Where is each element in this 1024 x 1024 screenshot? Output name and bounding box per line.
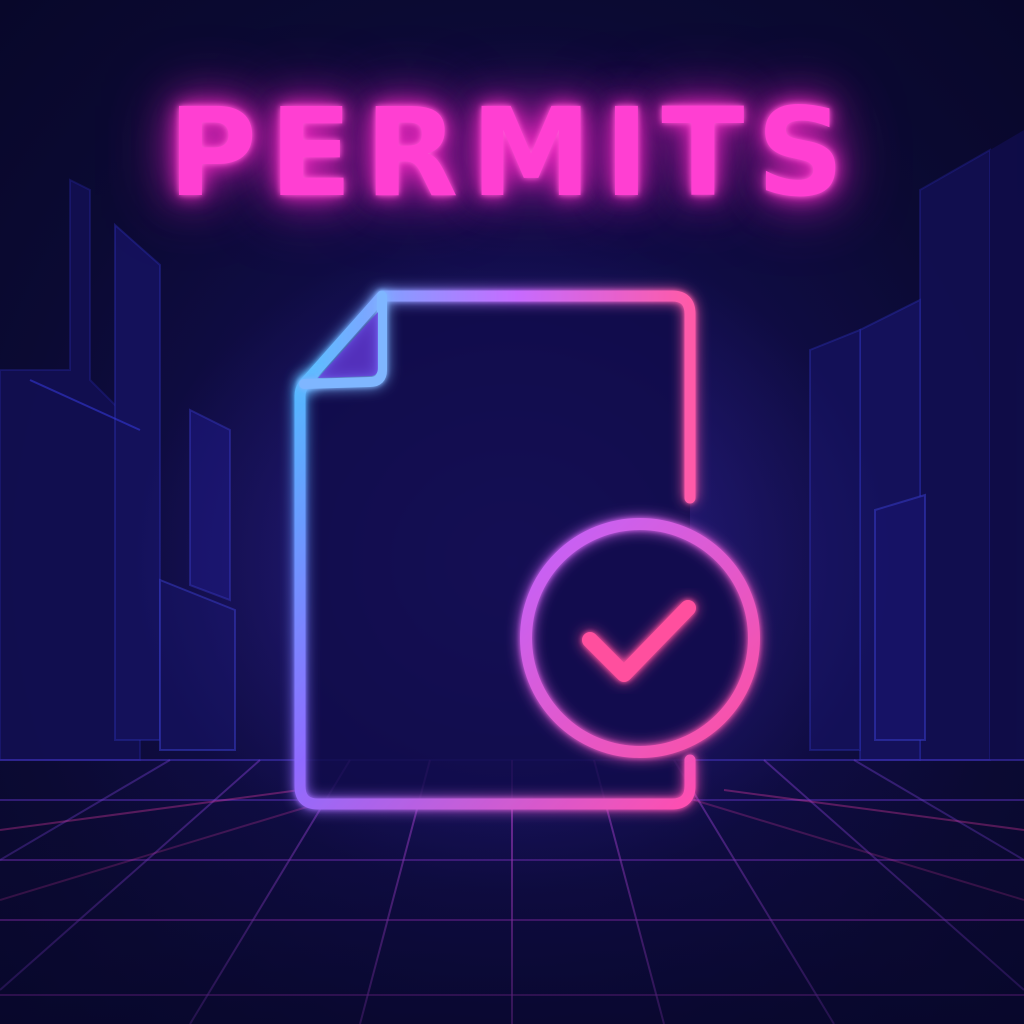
check-circle-icon: [520, 518, 760, 758]
permits-poster: PERMITS: [0, 0, 1024, 1024]
page-title: PERMITS: [167, 82, 857, 224]
